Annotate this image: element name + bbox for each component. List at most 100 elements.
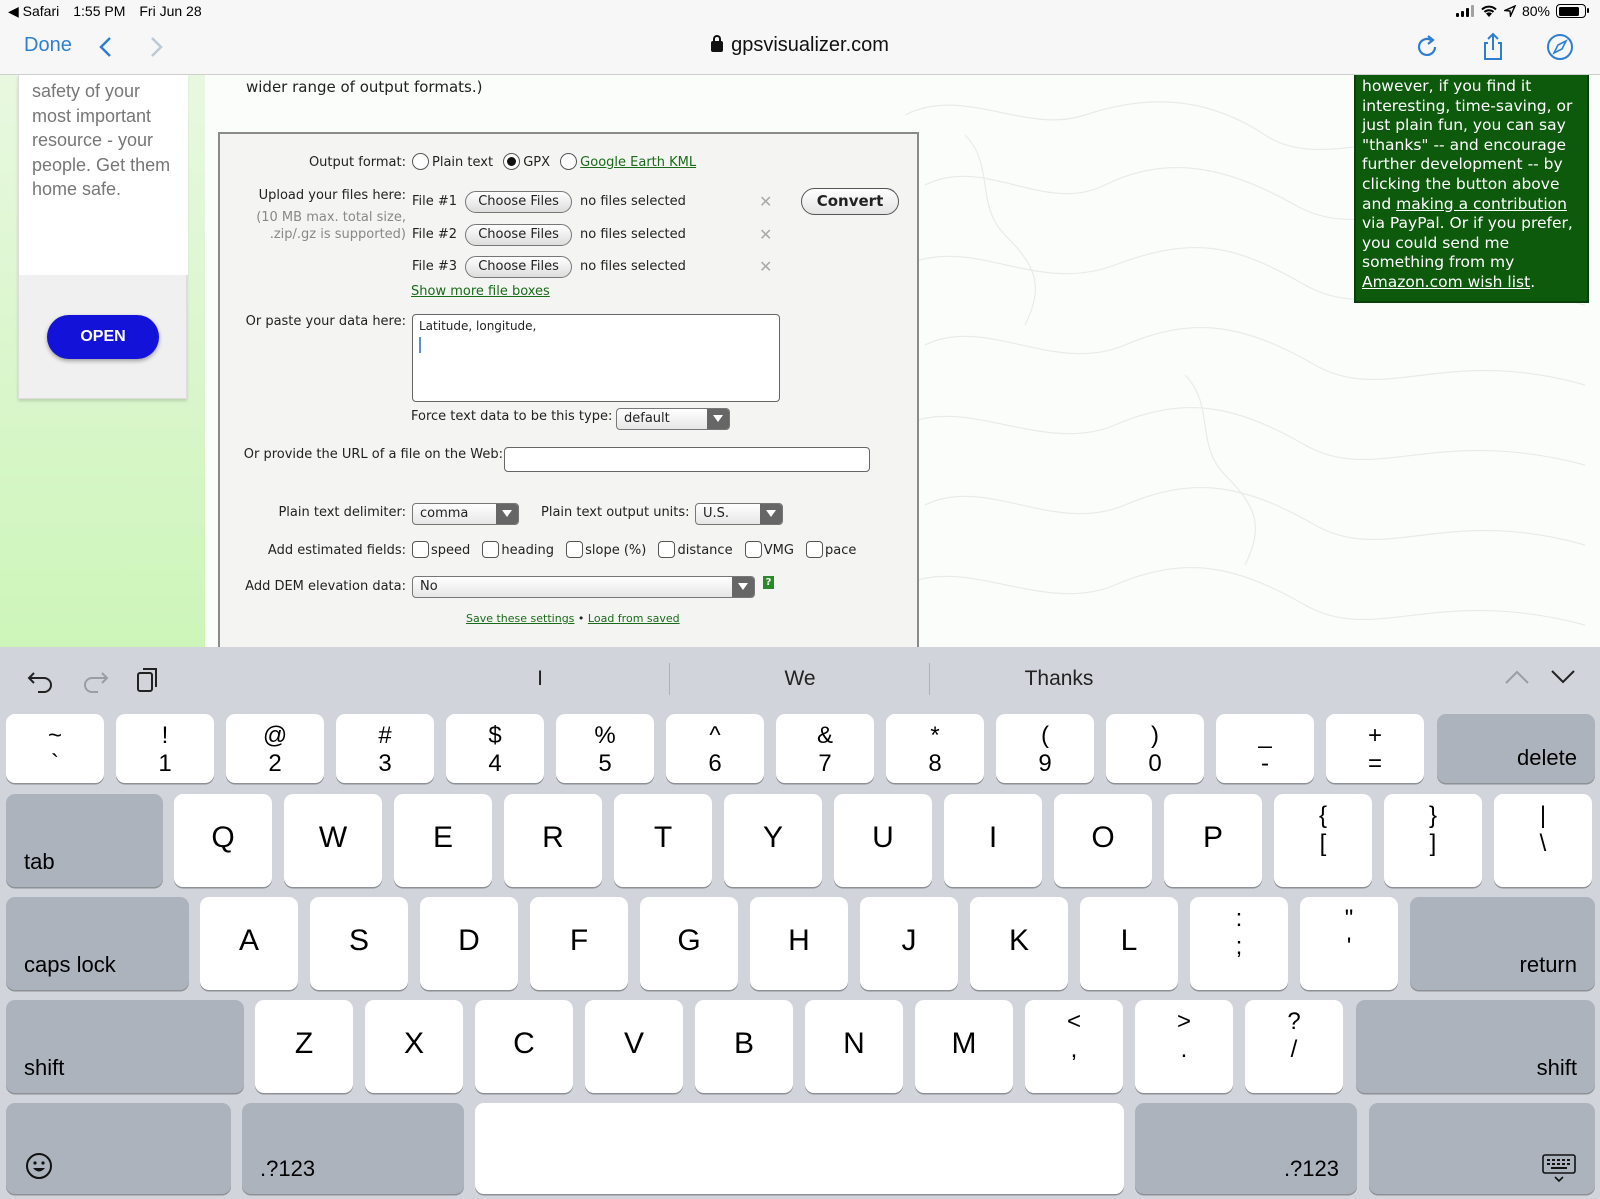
key-8[interactable]: * 8	[886, 714, 984, 783]
help-icon[interactable]: ?	[763, 576, 774, 589]
checkbox-heading[interactable]: heading	[482, 541, 554, 558]
load-saved-link[interactable]: Load from saved	[588, 612, 680, 625]
key-7[interactable]: & 7	[776, 714, 874, 783]
key-p[interactable]: P	[1164, 794, 1262, 887]
key-=[interactable]: + =	[1326, 714, 1424, 783]
key-h[interactable]: H	[750, 897, 848, 990]
ad-open-button[interactable]: OPEN	[47, 315, 159, 359]
reload-icon[interactable]	[1413, 32, 1443, 62]
key-t[interactable]: T	[614, 794, 712, 887]
address-bar[interactable]: gpsvisualizer.com	[0, 34, 1600, 57]
radio-plain-text[interactable]: Plain text	[412, 153, 493, 170]
choose-files-button[interactable]: Choose Files	[465, 191, 572, 213]
radio-button[interactable]	[412, 153, 429, 170]
return-key[interactable]: return	[1410, 897, 1595, 990]
delete-key[interactable]: delete	[1437, 714, 1595, 783]
key-m[interactable]: M	[915, 1000, 1013, 1093]
key-r[interactable]: R	[504, 794, 602, 887]
share-icon[interactable]	[1478, 32, 1508, 62]
key-v[interactable]: V	[585, 1000, 683, 1093]
caps-lock-key[interactable]: caps lock	[6, 897, 189, 990]
remove-file-icon[interactable]: ✕	[759, 225, 772, 244]
key-symbol[interactable]: :;	[1190, 897, 1288, 990]
checkbox[interactable]	[566, 541, 584, 558]
paste-icon[interactable]	[135, 665, 161, 695]
checkbox-vmg[interactable]: VMG	[744, 541, 794, 558]
save-settings-link[interactable]: Save these settings	[466, 612, 574, 625]
key-`[interactable]: ~ `	[6, 714, 104, 783]
checkbox-speed[interactable]: speed	[412, 541, 470, 558]
back-to-app[interactable]: ◀ Safari	[8, 3, 59, 20]
delimiter-select[interactable]: comma	[412, 503, 519, 525]
suggestion-2[interactable]: We	[700, 667, 900, 691]
tab-key[interactable]: tab	[6, 794, 163, 887]
checkbox[interactable]	[482, 541, 500, 558]
radio-button-selected[interactable]	[503, 153, 521, 170]
key-symbol[interactable]: | \	[1494, 794, 1592, 887]
radio-google-earth-kml[interactable]: Google Earth KML	[560, 153, 696, 170]
choose-files-button[interactable]: Choose Files	[465, 224, 572, 246]
key-z[interactable]: Z	[255, 1000, 353, 1093]
key--[interactable]: _ -	[1216, 714, 1314, 783]
key-symbol[interactable]: " '	[1300, 897, 1398, 990]
key-q[interactable]: Q	[174, 794, 272, 887]
checkbox-pace[interactable]: pace	[806, 541, 856, 558]
paste-data-textarea[interactable]: Latitude, longitude,	[412, 314, 780, 402]
dismiss-keyboard-key[interactable]	[1369, 1103, 1595, 1194]
force-type-select[interactable]: default	[616, 408, 730, 430]
key-u[interactable]: U	[834, 794, 932, 887]
key-symbol[interactable]: ? /	[1245, 1000, 1343, 1093]
key-symbol[interactable]: >.	[1135, 1000, 1233, 1093]
url-input[interactable]	[504, 447, 870, 472]
checkbox[interactable]	[658, 541, 676, 558]
key-y[interactable]: Y	[724, 794, 822, 887]
convert-button[interactable]: Convert	[801, 188, 899, 215]
checkbox[interactable]	[744, 541, 762, 558]
suggestion-1[interactable]: I	[440, 667, 640, 691]
space-bar[interactable]	[475, 1103, 1124, 1194]
shift-key-right[interactable]: shift	[1356, 1000, 1595, 1093]
key-l[interactable]: L	[1080, 897, 1178, 990]
key-k[interactable]: K	[970, 897, 1068, 990]
checkbox[interactable]	[412, 541, 429, 558]
radio-gpx[interactable]: GPX	[503, 153, 550, 170]
key-symbol[interactable]: <,	[1025, 1000, 1123, 1093]
numbers-key-right[interactable]: .?123	[1135, 1103, 1357, 1194]
contribution-link[interactable]: making a contribution	[1396, 195, 1567, 213]
suggestion-3[interactable]: Thanks	[959, 667, 1159, 691]
checkbox-distance[interactable]: distance	[658, 541, 733, 558]
remove-file-icon[interactable]: ✕	[759, 257, 772, 276]
choose-files-button[interactable]: Choose Files	[465, 256, 572, 278]
show-more-file-boxes-link[interactable]: Show more file boxes	[411, 284, 550, 299]
key-f[interactable]: F	[530, 897, 628, 990]
key-9[interactable]: (9	[996, 714, 1094, 783]
redo-icon[interactable]	[80, 665, 110, 695]
compass-icon[interactable]	[1545, 32, 1575, 62]
key-e[interactable]: E	[394, 794, 492, 887]
key-s[interactable]: S	[310, 897, 408, 990]
key-1[interactable]: ! 1	[116, 714, 214, 783]
key-a[interactable]: A	[200, 897, 298, 990]
wish-list-link[interactable]: Amazon.com wish list	[1362, 273, 1530, 291]
key-o[interactable]: O	[1054, 794, 1152, 887]
key-5[interactable]: % 5	[556, 714, 654, 783]
key-symbol[interactable]: {[	[1274, 794, 1372, 887]
key-j[interactable]: J	[860, 897, 958, 990]
units-select[interactable]: U.S.	[695, 503, 783, 525]
chevron-down-icon[interactable]	[1549, 667, 1577, 687]
chevron-up-icon[interactable]	[1503, 667, 1531, 687]
key-w[interactable]: W	[284, 794, 382, 887]
checkbox-slope[interactable]: slope (%)	[566, 541, 646, 558]
key-n[interactable]: N	[805, 1000, 903, 1093]
key-x[interactable]: X	[365, 1000, 463, 1093]
key-3[interactable]: #3	[336, 714, 434, 783]
key-2[interactable]: @2	[226, 714, 324, 783]
shift-key-left[interactable]: shift	[6, 1000, 244, 1093]
key-i[interactable]: I	[944, 794, 1042, 887]
checkbox[interactable]	[806, 541, 824, 558]
undo-icon[interactable]	[26, 665, 56, 695]
dem-select[interactable]: No	[412, 576, 755, 598]
numbers-key-left[interactable]: .?123	[242, 1103, 464, 1194]
key-c[interactable]: C	[475, 1000, 573, 1093]
key-b[interactable]: B	[695, 1000, 793, 1093]
